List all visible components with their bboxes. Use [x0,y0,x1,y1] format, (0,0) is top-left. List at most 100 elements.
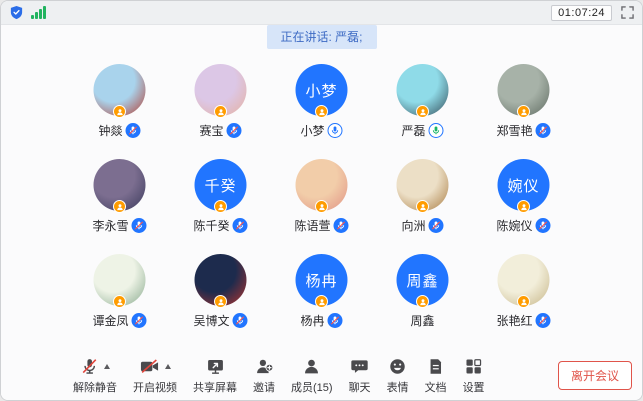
mic-status-icon [536,218,551,233]
avatar: 婉仪 [498,159,550,211]
mic-off-icon [80,357,99,376]
chat-icon [350,357,369,376]
host-badge-icon [517,295,530,308]
avatar [94,159,146,211]
avatar [94,64,146,116]
avatar [498,64,550,116]
document-icon [426,357,445,376]
host-badge-icon [113,295,126,308]
participant-name: 向洲 [401,217,425,234]
invite-button[interactable]: 邀请 [253,357,275,395]
participant-tile[interactable]: 周鑫 周鑫 [372,248,473,343]
chat-button[interactable]: 聊天 [349,357,371,395]
participants-grid: 钟燚 赛宝 [69,58,574,343]
participant-tile[interactable]: 赛宝 [170,58,271,153]
avatar [195,254,247,306]
share-screen-icon [206,357,225,376]
camera-off-icon [139,357,160,376]
participant-tile[interactable]: 婉仪 陈婉仪 [473,153,574,248]
participant-name: 周鑫 [410,312,434,329]
participant-name: 赛宝 [199,122,223,139]
participant-name: 杨冉 [300,312,324,329]
topbar: 01:07:24 [1,1,642,25]
avatar-initials: 婉仪 [507,175,539,196]
avatar-initials: 小梦 [305,80,337,101]
participant-name: 吴博文 [193,312,229,329]
avatar [296,159,348,211]
participant-tile[interactable]: 陈语萱 [271,153,372,248]
members-icon [302,357,321,376]
participant-name: 小梦 [300,122,324,139]
host-badge-icon [315,295,328,308]
speaking-banner: 正在讲话: 严磊; [266,25,376,49]
members-button[interactable]: 成员(15) [291,357,333,395]
avatar-initials: 周鑫 [406,270,438,291]
avatar: 千癸 [195,159,247,211]
meeting-timer: 01:07:24 [551,5,612,21]
leave-meeting-button[interactable]: 离开会议 [558,361,632,390]
avatar-initials: 杨冉 [305,270,337,291]
host-badge-icon [517,200,530,213]
participant-tile[interactable]: 张艳红 [473,248,574,343]
start-video-button[interactable]: 开启视频 [133,357,177,395]
participant-tile[interactable]: 钟燚 [69,58,170,153]
avatar: 杨冉 [296,254,348,306]
participant-tile[interactable]: 李永雪 [69,153,170,248]
participant-name: 陈婉仪 [496,217,532,234]
invite-icon [255,357,274,376]
host-badge-icon [416,105,429,118]
mic-status-icon [132,313,147,328]
participant-tile[interactable]: 严磊 [372,58,473,153]
participant-name: 张艳红 [496,312,532,329]
security-shield-icon[interactable] [9,5,24,20]
mic-status-icon [328,313,343,328]
participant-name: 陈千癸 [193,217,229,234]
mic-status-icon [536,313,551,328]
participant-tile[interactable]: 吴博文 [170,248,271,343]
mic-status-icon [233,218,248,233]
fullscreen-icon[interactable] [621,6,634,19]
avatar: 周鑫 [397,254,449,306]
mic-status-icon [132,218,147,233]
emoji-button[interactable]: 表情 [387,357,409,395]
participant-name: 严磊 [401,122,425,139]
participant-tile[interactable]: 向洲 [372,153,473,248]
participant-name: 陈语萱 [294,217,330,234]
host-badge-icon [315,105,328,118]
host-badge-icon [214,105,227,118]
participant-tile[interactable]: 谭金凤 [69,248,170,343]
participant-name: 李永雪 [92,217,128,234]
host-badge-icon [517,105,530,118]
mic-options-caret-icon[interactable] [104,364,110,369]
participant-name: 郑雪艳 [496,122,532,139]
avatar: 小梦 [296,64,348,116]
toolbar: 解除静音 开启视频 [1,353,642,400]
host-badge-icon [214,295,227,308]
participant-tile[interactable]: 千癸 陈千癸 [170,153,271,248]
mic-status-icon [334,218,349,233]
participant-tile[interactable]: 杨冉 杨冉 [271,248,372,343]
settings-button[interactable]: 设置 [463,357,485,395]
participant-name: 钟燚 [98,122,122,139]
avatar [397,64,449,116]
host-badge-icon [315,200,328,213]
documents-button[interactable]: 文档 [425,357,447,395]
mic-status-icon [126,123,141,138]
host-badge-icon [113,200,126,213]
avatar [498,254,550,306]
participant-tile[interactable]: 小梦 小梦 [271,58,372,153]
video-options-caret-icon[interactable] [165,364,171,369]
mic-status-icon [429,218,444,233]
host-badge-icon [113,105,126,118]
mic-status-icon [227,123,242,138]
host-badge-icon [214,200,227,213]
share-screen-button[interactable]: 共享屏幕 [193,357,237,395]
participant-name: 谭金凤 [92,312,128,329]
mic-status-icon [429,123,444,138]
meeting-window: 01:07:24 正在讲话: 严磊; 钟燚 [0,0,643,401]
unmute-button[interactable]: 解除静音 [73,357,117,395]
participant-tile[interactable]: 郑雪艳 [473,58,574,153]
network-quality-icon[interactable] [31,6,46,19]
emoji-icon [388,357,407,376]
mic-status-icon [536,123,551,138]
